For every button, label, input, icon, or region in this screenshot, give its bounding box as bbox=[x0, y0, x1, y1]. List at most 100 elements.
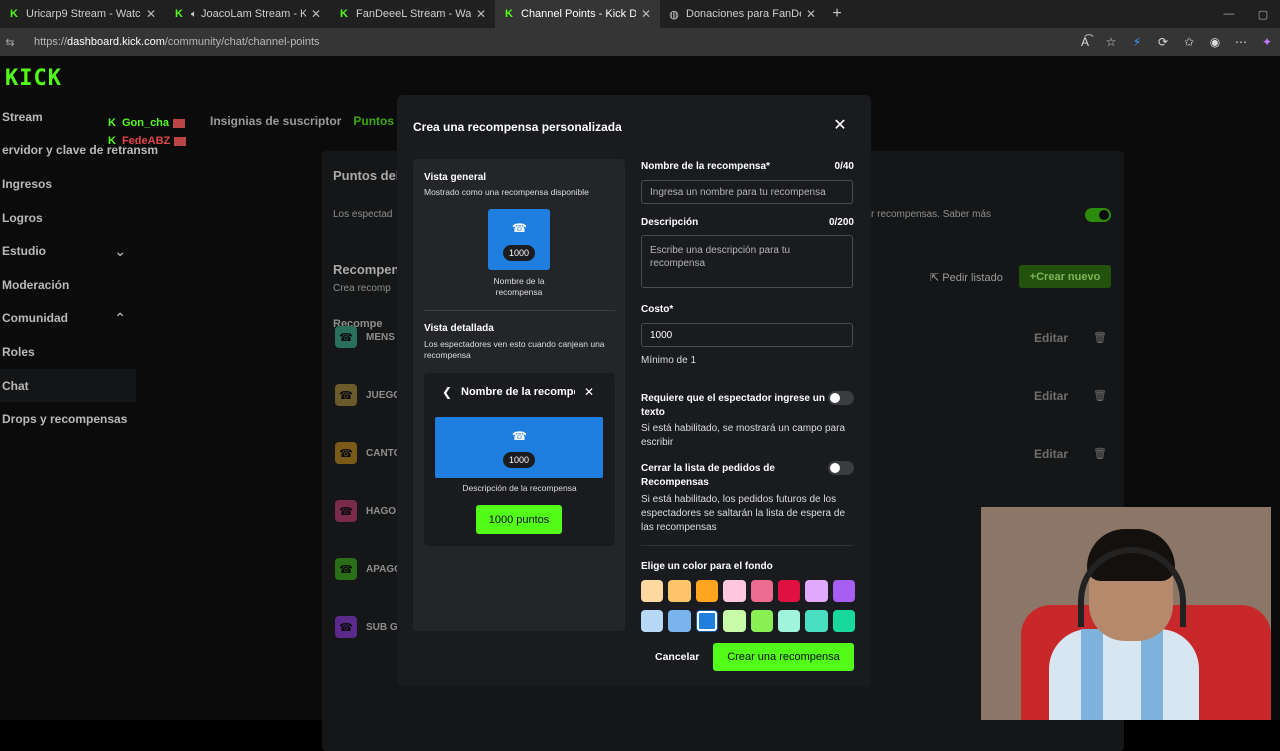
sidebar-item[interactable]: Logros bbox=[0, 201, 136, 235]
chat-username: Gon_cha bbox=[121, 117, 170, 129]
minimize-icon[interactable]: — bbox=[1212, 8, 1246, 20]
window-controls: — ▢ bbox=[1212, 0, 1280, 28]
color-swatch[interactable] bbox=[723, 580, 746, 602]
flag-icon bbox=[174, 136, 187, 146]
browser-tab[interactable]: ◍ Donaciones para FanDeeeL | Cene ✕ bbox=[660, 0, 825, 28]
community-subnav: Insignias de suscriptor Puntos de bbox=[210, 114, 411, 128]
sidebar-item[interactable]: Chat bbox=[0, 368, 136, 403]
new-tab-button[interactable]: + bbox=[825, 5, 849, 23]
maximize-icon[interactable]: ▢ bbox=[1246, 8, 1280, 21]
tab-close-icon[interactable]: ✕ bbox=[640, 7, 652, 21]
color-swatch[interactable] bbox=[641, 610, 664, 632]
cost-label: Costo* bbox=[641, 304, 674, 315]
kick-logo[interactable]: KICK bbox=[5, 66, 62, 91]
sidebar-item[interactable]: Moderación bbox=[0, 268, 136, 302]
tab-title: JoacoLam Stream - Kick Dashbo bbox=[201, 8, 306, 20]
browser-tab[interactable]: K Uricarp9 Stream - Watch Live on K ✕ bbox=[0, 0, 165, 28]
create-new-button[interactable]: + Crear nuevo bbox=[1019, 265, 1111, 288]
request-list-button[interactable]: ⇱ Pedir listado bbox=[930, 271, 1003, 284]
phone-icon: ☎ bbox=[512, 221, 527, 235]
color-swatch[interactable] bbox=[641, 580, 664, 602]
chevron-left-icon: ❮ bbox=[442, 385, 453, 399]
url-field[interactable]: https://dashboard.kick.com/community/cha… bbox=[34, 36, 320, 48]
kick-icon: K bbox=[340, 8, 348, 20]
reward-name: HAGO bbox=[366, 506, 396, 517]
trash-icon[interactable]: 🗑︎ bbox=[1093, 389, 1107, 402]
cancel-button[interactable]: Cancelar bbox=[655, 651, 699, 663]
trash-icon[interactable]: 🗑︎ bbox=[1093, 331, 1107, 344]
sidebar-item-label: Drops y recompensas bbox=[2, 412, 128, 427]
profile-icon[interactable]: ◉ bbox=[1202, 35, 1228, 49]
color-swatch[interactable] bbox=[832, 580, 855, 602]
browser-tab[interactable]: K Channel Points - Kick Dashboard ✕ bbox=[495, 0, 660, 28]
tab-close-icon[interactable]: ✕ bbox=[805, 7, 817, 21]
close-list-label: Cerrar la lista de pedidos de Recompensa… bbox=[641, 463, 775, 488]
browser-toolbar: A͡ ☆ ⚡ ⟳ ✩ ◉ ⋯ ✦ bbox=[1072, 28, 1280, 56]
favorites-icon[interactable]: ✩ bbox=[1176, 35, 1202, 49]
close-list-toggle[interactable] bbox=[828, 461, 854, 475]
edit-button[interactable]: Editar bbox=[1034, 331, 1068, 345]
color-swatch[interactable] bbox=[832, 610, 856, 632]
color-swatch[interactable] bbox=[695, 580, 719, 602]
globe-icon: ◍ bbox=[669, 8, 679, 21]
refresh-icon[interactable]: ⟳ bbox=[1150, 35, 1176, 49]
sidebar-item[interactable]: Comunidad ⌃ bbox=[0, 302, 136, 336]
general-view-title: Vista general bbox=[424, 172, 487, 183]
sidebar-item[interactable]: Ingresos bbox=[0, 167, 136, 201]
sidebar-item[interactable]: Roles bbox=[0, 335, 136, 369]
sidebar-item[interactable]: Drops y recompensas bbox=[0, 402, 136, 436]
close-icon[interactable]: ✕ bbox=[833, 115, 847, 137]
sidebar-item-label: Comunidad bbox=[2, 311, 68, 326]
tab-close-icon[interactable]: ✕ bbox=[145, 7, 157, 21]
reward-icon: ☎ bbox=[335, 500, 357, 522]
tab-badges[interactable]: Insignias de suscriptor bbox=[210, 114, 341, 128]
read-aloud-icon[interactable]: A͡ bbox=[1072, 35, 1098, 49]
points-enabled-toggle[interactable] bbox=[1085, 208, 1111, 222]
color-swatch[interactable] bbox=[750, 610, 773, 632]
kick-icon: K bbox=[108, 117, 116, 129]
cost-badge: 1000 bbox=[503, 245, 535, 261]
sidebar-item-label: Moderación bbox=[2, 277, 70, 292]
site-info-icon[interactable]: ⇆ bbox=[0, 36, 20, 49]
create-reward-button[interactable]: Crear una recompensa bbox=[713, 643, 854, 671]
points-desc-right[interactable]: r recompensas. Saber más bbox=[871, 209, 991, 220]
detail-view-title: Vista detallada bbox=[424, 323, 494, 334]
color-swatch[interactable] bbox=[695, 610, 719, 632]
copilot-icon[interactable]: ✦ bbox=[1254, 35, 1280, 49]
reward-icon: ☎ bbox=[335, 442, 357, 464]
color-swatch[interactable] bbox=[777, 580, 801, 602]
trash-icon[interactable]: 🗑︎ bbox=[1093, 447, 1107, 460]
tab-close-icon[interactable]: ✕ bbox=[310, 7, 322, 21]
edit-button[interactable]: Editar bbox=[1034, 389, 1068, 403]
sidebar-item-label: Estudio bbox=[2, 244, 46, 259]
color-swatch[interactable] bbox=[668, 580, 691, 602]
color-swatch[interactable] bbox=[723, 610, 746, 632]
tab-close-icon[interactable]: ✕ bbox=[475, 7, 487, 21]
reward-name-input[interactable]: Ingresa un nombre para tu recompensa bbox=[641, 180, 853, 204]
speaker-muted-icon[interactable]: 🔈︎ bbox=[191, 9, 197, 20]
reward-icon: ☎ bbox=[335, 326, 357, 348]
sidebar-item-label: Stream bbox=[2, 109, 43, 124]
require-text-label: Requiere que el espectador ingrese un te… bbox=[641, 393, 825, 418]
reward-description-input[interactable]: Escribe una descripción para tu recompen… bbox=[641, 235, 853, 288]
browser-tab[interactable]: K FanDeeeL Stream - Watch Live on ✕ bbox=[330, 0, 495, 28]
shirt-stripe bbox=[1141, 629, 1163, 720]
reward-detail-preview: ❮ Nombre de la recompensa ✕ ☎ 1000 Descr… bbox=[424, 373, 615, 546]
extension-icon[interactable]: ⚡ bbox=[1124, 35, 1150, 49]
browser-tab-bar: K Uricarp9 Stream - Watch Live on K ✕ K 🔈︎ Jo… bbox=[0, 0, 1280, 28]
phone-icon: ☎ bbox=[512, 429, 527, 443]
more-menu-icon[interactable]: ⋯ bbox=[1228, 35, 1254, 49]
color-swatch[interactable] bbox=[750, 580, 773, 602]
favorite-star-icon[interactable]: ☆ bbox=[1098, 35, 1124, 49]
detail-view-subtitle: Los espectadores ven esto cuando canjean… bbox=[424, 339, 605, 360]
color-swatch[interactable] bbox=[777, 610, 801, 632]
modal-title: Crea una recompensa personalizada bbox=[413, 120, 622, 134]
browser-tab[interactable]: K 🔈︎ JoacoLam Stream - Kick Dashbo ✕ bbox=[165, 0, 330, 28]
color-swatch[interactable] bbox=[668, 610, 691, 632]
sidebar-item[interactable]: Estudio ⌄ bbox=[0, 234, 136, 268]
edit-button[interactable]: Editar bbox=[1034, 447, 1068, 461]
cost-input[interactable]: 1000 bbox=[641, 323, 853, 347]
require-text-toggle[interactable] bbox=[828, 391, 854, 405]
color-swatch[interactable] bbox=[805, 580, 828, 602]
color-swatch[interactable] bbox=[805, 610, 828, 632]
